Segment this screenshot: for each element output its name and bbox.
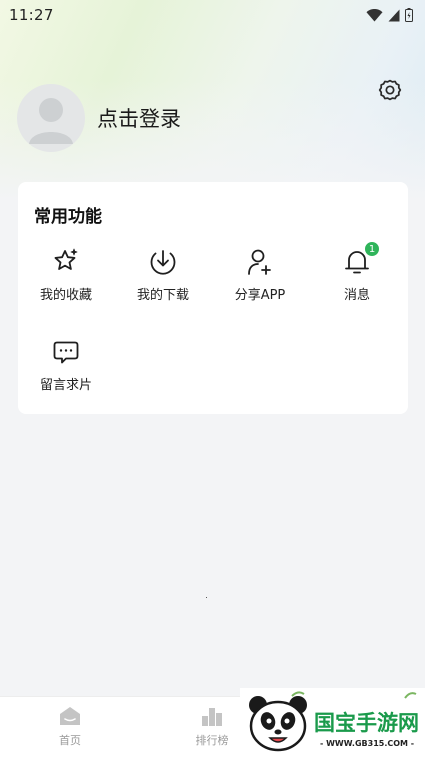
- login-link[interactable]: 点击登录: [97, 103, 181, 133]
- settings-button[interactable]: [376, 76, 404, 104]
- gear-icon: [378, 79, 402, 101]
- star-sparkle-icon: [54, 248, 78, 270]
- loading-dot: [206, 597, 207, 598]
- watermark-logo: 国宝手游网 - WWW.GB315.COM -: [240, 688, 425, 757]
- profile-section: 点击登录: [17, 84, 181, 152]
- status-bar: 11:27: [0, 0, 425, 30]
- avatar[interactable]: [17, 84, 85, 152]
- common-functions-title: 常用功能: [34, 207, 102, 227]
- status-time: 11:27: [9, 6, 54, 24]
- panda-logo-icon: 国宝手游网 - WWW.GB315.COM -: [249, 691, 419, 752]
- message-icon: [53, 341, 79, 364]
- nav-home-label: 首页: [59, 734, 81, 747]
- cellular-signal-icon: [388, 9, 400, 21]
- share-app-item[interactable]: 分享APP: [212, 247, 308, 313]
- request-film-label: 留言求片: [39, 378, 92, 393]
- add-user-icon: [248, 249, 271, 275]
- downloads-label: 我的下载: [136, 288, 189, 303]
- message-count-badge: 1: [364, 241, 380, 257]
- common-functions-card: 常用功能 我的收藏 我的下载 分享APP 1 消息 留言求片: [18, 182, 408, 414]
- watermark-url: - WWW.GB315.COM -: [320, 739, 414, 748]
- wifi-icon: [366, 8, 383, 21]
- request-film-item[interactable]: 留言求片: [18, 337, 114, 403]
- messages-item[interactable]: 1 消息: [309, 241, 405, 313]
- watermark-brand: 国宝手游网: [314, 711, 419, 735]
- chart-icon: [202, 708, 222, 726]
- nav-ranking-label: 排行榜: [195, 734, 229, 747]
- home-icon: [60, 707, 80, 725]
- nav-home[interactable]: 首页: [25, 705, 115, 748]
- favorites-label: 我的收藏: [39, 288, 92, 303]
- favorites-item[interactable]: 我的收藏: [18, 247, 114, 313]
- default-avatar-icon: [29, 98, 73, 144]
- battery-icon: [405, 8, 413, 22]
- share-app-label: 分享APP: [234, 288, 286, 303]
- status-icons: [366, 8, 413, 22]
- messages-label: 消息: [343, 288, 370, 303]
- download-icon: [150, 250, 176, 275]
- downloads-item[interactable]: 我的下载: [115, 247, 211, 313]
